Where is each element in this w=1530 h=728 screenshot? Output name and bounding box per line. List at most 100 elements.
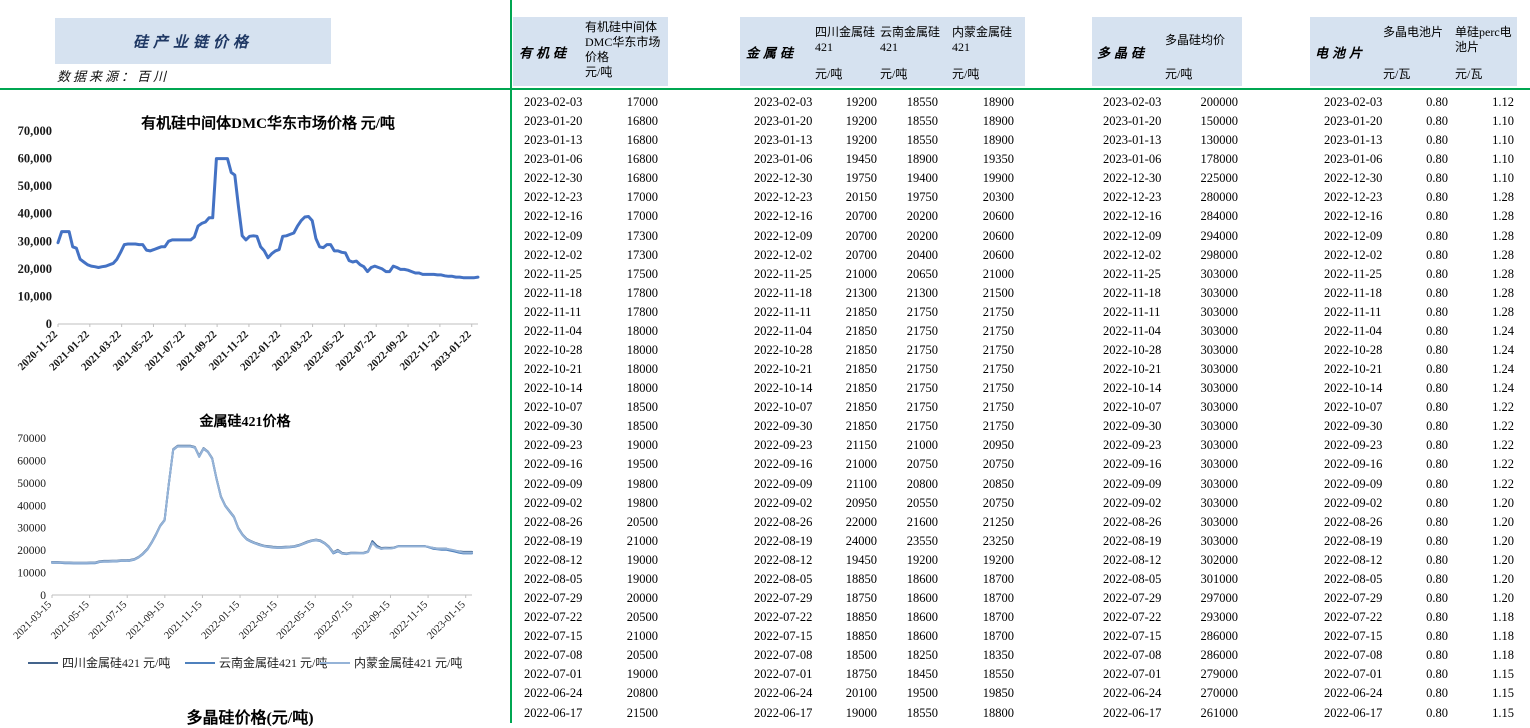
value-cell[interactable]: 19000 [627,665,658,684]
value-cell[interactable]: 303000 [1201,322,1239,341]
date-cell[interactable]: 2022-10-14 [754,379,812,398]
value-cell[interactable]: 21500 [983,284,1014,303]
value-cell[interactable]: 0.80 [1426,265,1448,284]
value-cell[interactable]: 18000 [627,341,658,360]
value-cell[interactable]: 286000 [1201,646,1239,665]
date-cell[interactable]: 2022-12-30 [1103,169,1161,188]
value-cell[interactable]: 303000 [1201,475,1239,494]
date-cell[interactable]: 2022-10-21 [1324,360,1382,379]
value-cell[interactable]: 1.20 [1492,589,1514,608]
value-cell[interactable]: 19200 [983,551,1014,570]
value-cell[interactable]: 0.80 [1426,589,1448,608]
value-cell[interactable]: 21750 [983,322,1014,341]
date-cell[interactable]: 2022-12-23 [524,188,582,207]
value-cell[interactable]: 303000 [1201,436,1239,455]
value-cell[interactable]: 21600 [907,513,938,532]
value-cell[interactable]: 18900 [983,93,1014,112]
date-cell[interactable]: 2022-08-12 [1103,551,1161,570]
date-cell[interactable]: 2022-11-18 [754,284,812,303]
value-cell[interactable]: 21750 [907,303,938,322]
date-cell[interactable]: 2022-07-15 [1324,627,1382,646]
value-cell[interactable]: 18800 [983,704,1014,723]
date-cell[interactable]: 2023-01-13 [524,131,582,150]
date-cell[interactable]: 2022-09-16 [1324,455,1382,474]
value-cell[interactable]: 19000 [627,570,658,589]
date-cell[interactable]: 2022-09-02 [1103,494,1161,513]
date-cell[interactable]: 2022-08-19 [524,532,582,551]
date-cell[interactable]: 2022-11-25 [524,265,582,284]
value-cell[interactable]: 18900 [907,150,938,169]
value-cell[interactable]: 19500 [907,684,938,703]
date-cell[interactable]: 2022-10-28 [524,341,582,360]
date-cell[interactable]: 2023-02-03 [1324,93,1382,112]
value-cell[interactable]: 303000 [1201,417,1239,436]
value-cell[interactable]: 1.10 [1492,112,1514,131]
value-cell[interactable]: 21850 [846,360,877,379]
value-cell[interactable]: 16800 [627,150,658,169]
value-cell[interactable]: 19200 [846,131,877,150]
date-cell[interactable]: 2023-01-20 [1103,112,1161,131]
date-cell[interactable]: 2022-10-21 [524,360,582,379]
value-cell[interactable]: 20650 [907,265,938,284]
value-cell[interactable]: 225000 [1201,169,1239,188]
date-cell[interactable]: 2022-10-28 [1103,341,1161,360]
value-cell[interactable]: 19500 [627,455,658,474]
value-cell[interactable]: 17800 [627,303,658,322]
date-cell[interactable]: 2022-07-08 [524,646,582,665]
value-cell[interactable]: 18500 [846,646,877,665]
date-cell[interactable]: 2023-01-06 [1103,150,1161,169]
value-cell[interactable]: 21000 [627,627,658,646]
value-cell[interactable]: 0.80 [1426,322,1448,341]
date-cell[interactable]: 2022-11-25 [754,265,812,284]
value-cell[interactable]: 21750 [907,341,938,360]
value-cell[interactable]: 19450 [846,150,877,169]
value-cell[interactable]: 303000 [1201,303,1239,322]
value-cell[interactable]: 286000 [1201,627,1239,646]
value-cell[interactable]: 1.28 [1492,207,1514,226]
value-cell[interactable]: 1.18 [1492,627,1514,646]
date-cell[interactable]: 2023-01-20 [754,112,812,131]
date-cell[interactable]: 2022-12-02 [1103,246,1161,265]
date-cell[interactable]: 2022-11-04 [1103,322,1161,341]
value-cell[interactable]: 297000 [1201,589,1239,608]
value-cell[interactable]: 21850 [846,398,877,417]
date-cell[interactable]: 2023-01-13 [1103,131,1161,150]
value-cell[interactable]: 21000 [846,455,877,474]
date-cell[interactable]: 2022-08-26 [524,513,582,532]
value-cell[interactable]: 18850 [846,570,877,589]
date-cell[interactable]: 2022-08-19 [754,532,812,551]
value-cell[interactable]: 22000 [846,513,877,532]
value-cell[interactable]: 0.80 [1426,494,1448,513]
value-cell[interactable]: 1.24 [1492,322,1514,341]
value-cell[interactable]: 21850 [846,341,877,360]
value-cell[interactable]: 20800 [907,475,938,494]
value-cell[interactable]: 303000 [1201,513,1239,532]
date-cell[interactable]: 2022-09-02 [524,494,582,513]
value-cell[interactable]: 0.80 [1426,570,1448,589]
value-cell[interactable]: 303000 [1201,455,1239,474]
value-cell[interactable]: 21750 [983,398,1014,417]
date-cell[interactable]: 2022-08-12 [754,551,812,570]
value-cell[interactable]: 18550 [983,665,1014,684]
date-cell[interactable]: 2022-09-23 [1103,436,1161,455]
value-cell[interactable]: 1.15 [1492,665,1514,684]
value-cell[interactable]: 18700 [983,608,1014,627]
value-cell[interactable]: 20950 [846,494,877,513]
date-cell[interactable]: 2022-07-29 [754,589,812,608]
value-cell[interactable]: 0.80 [1426,379,1448,398]
value-cell[interactable]: 20800 [627,684,658,703]
date-cell[interactable]: 2022-10-07 [1324,398,1382,417]
date-cell[interactable]: 2022-09-02 [754,494,812,513]
date-cell[interactable]: 2022-11-11 [1103,303,1160,322]
date-cell[interactable]: 2022-08-26 [1324,513,1382,532]
value-cell[interactable]: 0.80 [1426,665,1448,684]
value-cell[interactable]: 293000 [1201,608,1239,627]
value-cell[interactable]: 1.18 [1492,646,1514,665]
value-cell[interactable]: 17300 [627,227,658,246]
value-cell[interactable]: 21750 [907,417,938,436]
value-cell[interactable]: 20600 [983,207,1014,226]
value-cell[interactable]: 284000 [1201,207,1239,226]
date-cell[interactable]: 2022-07-01 [754,665,812,684]
date-cell[interactable]: 2022-07-22 [524,608,582,627]
value-cell[interactable]: 279000 [1201,665,1239,684]
